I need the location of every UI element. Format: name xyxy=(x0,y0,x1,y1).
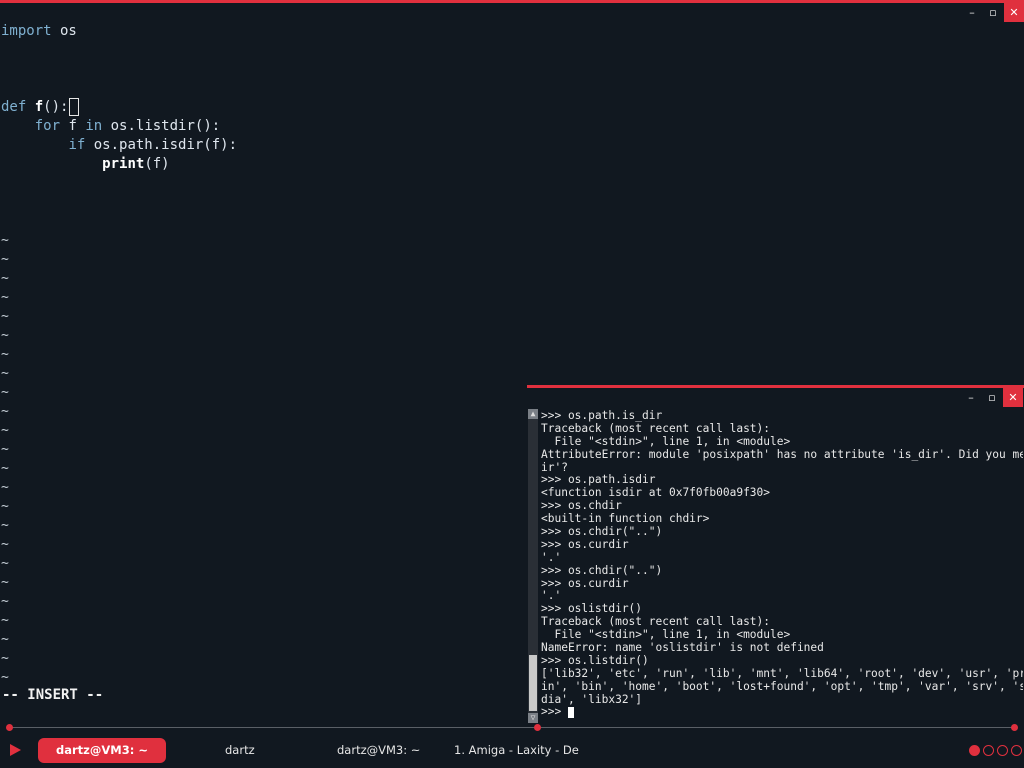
terminal-line: >>> os.curdir xyxy=(541,577,629,590)
close-button[interactable]: ✕ xyxy=(1004,3,1024,22)
empty-line-marker: ~ xyxy=(1,632,9,647)
separator-dot xyxy=(6,724,13,731)
terminal-line: >>> os.path.isdir xyxy=(541,474,656,487)
empty-line-marker: ~ xyxy=(1,252,9,267)
code-text: (f) xyxy=(144,156,170,172)
terminal-line: ['lib32', 'etc', 'run', 'lib', 'mnt', 'l… xyxy=(541,667,1023,680)
empty-line-marker: ~ xyxy=(1,309,9,324)
terminal-titlebar[interactable]: – ▫ ✕ xyxy=(527,388,1024,407)
workspace-1-icon[interactable] xyxy=(969,745,980,756)
empty-line-marker: ~ xyxy=(1,404,9,419)
code-line-6: for f in os.listdir(): xyxy=(34,118,221,134)
terminal-line: File "<stdin>", line 1, in <module> xyxy=(541,629,791,642)
empty-line-marker: ~ xyxy=(1,328,9,343)
empty-line-marker: ~ xyxy=(1,271,9,286)
terminal-line: in', 'bin', 'home', 'boot', 'lost+found'… xyxy=(541,680,1023,693)
terminal-line: AttributeError: module 'posixpath' has n… xyxy=(541,448,1023,461)
text-cursor xyxy=(69,98,80,116)
scroll-down-icon[interactable]: ▽ xyxy=(528,713,538,723)
empty-line-marker: ~ xyxy=(1,670,9,685)
separator-dot xyxy=(534,724,541,731)
empty-line-marker: ~ xyxy=(1,499,9,514)
empty-line-marker: ~ xyxy=(1,537,9,552)
terminal-line: Traceback (most recent call last): xyxy=(541,422,771,435)
terminal-line: '.' xyxy=(541,551,562,564)
scroll-up-icon[interactable]: ▲ xyxy=(528,409,538,419)
keyword: if xyxy=(68,137,86,153)
keyword: for xyxy=(34,118,61,134)
code-text: os.path.isdir(f): xyxy=(85,137,238,153)
code-line-1: import os xyxy=(1,22,77,41)
scrollbar-thumb[interactable] xyxy=(529,655,537,711)
close-button[interactable]: ✕ xyxy=(1003,388,1023,407)
terminal-line: >>> os.chdir xyxy=(541,500,622,513)
keyword: def xyxy=(1,99,27,115)
task-dartz[interactable]: dartz xyxy=(225,738,255,763)
terminal-line: >>> os.chdir("..") xyxy=(541,564,663,577)
empty-line-marker: ~ xyxy=(1,385,9,400)
empty-line-marker: ~ xyxy=(1,651,9,666)
taskbar: dartz@VM3: ~ dartz dartz@VM3: ~ 1. Amiga… xyxy=(0,724,1024,768)
taskbar-separator xyxy=(8,727,1014,728)
empty-line-marker: ~ xyxy=(1,613,9,628)
task-terminal-active[interactable]: dartz@VM3: ~ xyxy=(38,738,166,763)
code-line-7: if os.path.isdir(f): xyxy=(1,136,237,155)
terminal-line: >>> os.curdir xyxy=(541,538,629,551)
task-terminal[interactable]: dartz@VM3: ~ xyxy=(337,738,420,763)
code-text: (): xyxy=(43,99,69,115)
terminal-line: <function isdir at 0x7f0fb00a9f30> xyxy=(541,487,771,500)
terminal-line: >>> os.chdir("..") xyxy=(541,526,663,539)
workspace-2-icon[interactable] xyxy=(983,745,994,756)
terminal-lines: >>> os.path.is_dir Traceback (most recent… xyxy=(541,410,1023,706)
empty-line-marker: ~ xyxy=(1,556,9,571)
empty-line-marker: ~ xyxy=(1,575,9,590)
empty-line-marker: ~ xyxy=(1,518,9,533)
terminal-line: Traceback (most recent call last): xyxy=(541,616,771,629)
keyword: in xyxy=(85,118,103,134)
code-line-8: print(f) xyxy=(1,155,170,174)
function-name: f xyxy=(34,99,44,115)
code-line-5: def f(): xyxy=(1,98,80,117)
editor-titlebar[interactable]: – ▫ ✕ xyxy=(0,3,1024,22)
empty-line-marker: ~ xyxy=(1,366,9,381)
terminal-line: File "<stdin>", line 1, in <module> xyxy=(541,435,791,448)
workspace-4-icon[interactable] xyxy=(1011,745,1022,756)
terminal-line: <built-in function chdir> xyxy=(541,513,710,526)
builtin-name: print xyxy=(102,156,145,172)
keyword: import xyxy=(1,23,52,39)
workspace-3-icon[interactable] xyxy=(997,745,1008,756)
empty-line-marker: ~ xyxy=(1,290,9,305)
mode-indicator: -- INSERT -- xyxy=(2,687,104,703)
empty-line-marker: ~ xyxy=(1,442,9,457)
code-text: os.listdir(): xyxy=(102,118,221,134)
separator-dot xyxy=(1011,724,1018,731)
terminal-window[interactable]: – ▫ ✕ ▲ ▽ >>> os.path.is_dir Traceback (m… xyxy=(527,385,1024,724)
empty-line-marker: ~ xyxy=(1,461,9,476)
maximize-button[interactable]: ▫ xyxy=(983,3,1003,22)
minimize-button[interactable]: – xyxy=(962,3,982,22)
minimize-button[interactable]: – xyxy=(961,388,981,407)
terminal-line: >>> os.listdir() xyxy=(541,654,649,667)
terminal-cursor xyxy=(567,706,574,718)
empty-line-marker: ~ xyxy=(1,423,9,438)
terminal-line: dia', 'libx32'] xyxy=(541,693,643,706)
empty-line-marker: ~ xyxy=(1,594,9,609)
terminal-line: NameError: name 'oslistdir' is not defin… xyxy=(541,642,824,655)
scrollbar[interactable]: ▲ ▽ xyxy=(528,409,538,723)
task-amiga[interactable]: 1. Amiga - Laxity - De xyxy=(454,738,579,763)
prompt: >>> xyxy=(541,706,568,719)
terminal-line: ir'? xyxy=(541,461,568,474)
terminal-line: '.' xyxy=(541,590,562,603)
terminal-output[interactable]: >>> os.path.is_dir Traceback (most recent… xyxy=(541,410,1023,722)
empty-line-marker: ~ xyxy=(1,480,9,495)
code-text: os xyxy=(51,23,77,39)
play-icon[interactable] xyxy=(10,744,21,756)
empty-line-marker: ~ xyxy=(1,347,9,362)
terminal-line: >>> os.path.is_dir xyxy=(541,410,663,422)
terminal-prompt-line[interactable]: >>> xyxy=(541,706,1023,719)
maximize-button[interactable]: ▫ xyxy=(982,388,1002,407)
empty-line-marker: ~ xyxy=(1,233,9,248)
terminal-line: >>> oslistdir() xyxy=(541,603,643,616)
